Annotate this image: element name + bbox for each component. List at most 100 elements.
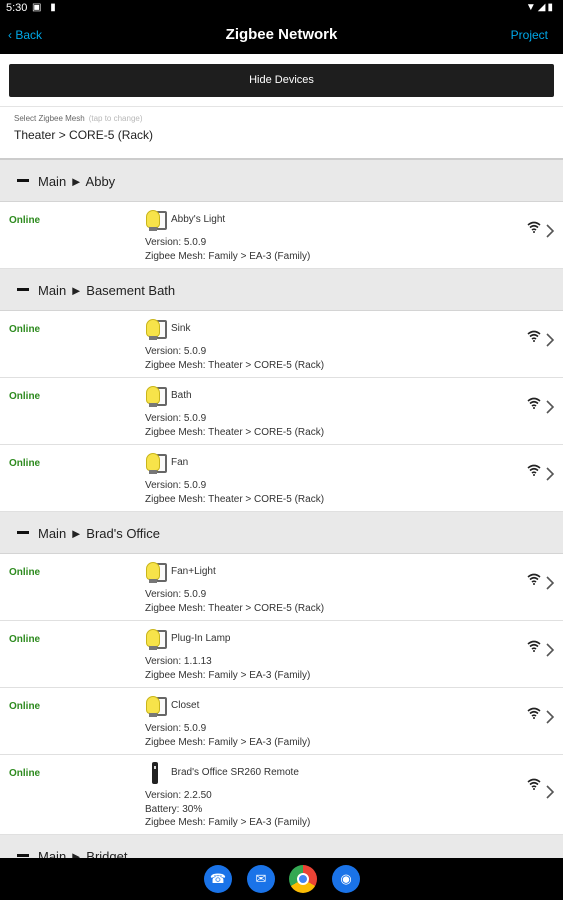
signal-icon [527, 706, 541, 719]
chevron-right-icon[interactable] [545, 467, 555, 481]
device-row[interactable]: Online Brad's Office SR260 Remote Version:… [0, 755, 563, 835]
device-detail: Zigbee Mesh: Theater > CORE-5 (Rack) [145, 602, 325, 614]
light-switch-icon [144, 627, 168, 651]
light-switch-icon [144, 694, 168, 718]
signal-icon [527, 220, 541, 233]
collapse-icon[interactable] [17, 531, 29, 534]
device-info: Version: 5.0.9 Zigbee Mesh: Theater > COR… [145, 479, 324, 506]
status-online: Online [9, 768, 41, 779]
collapse-icon[interactable] [17, 854, 29, 857]
device-detail: Zigbee Mesh: Family > EA-3 (Family) [145, 669, 311, 681]
device-info: Version: 5.0.9 Zigbee Mesh: Theater > COR… [145, 588, 324, 615]
hide-devices-button[interactable]: Hide Devices [9, 64, 554, 97]
device-name: Brad's Office SR260 Remote [171, 767, 299, 778]
signal-icon [527, 329, 541, 342]
device-name: Abby's Light [171, 214, 226, 225]
room-section-header[interactable]: Main ► Brad's Office [0, 512, 563, 554]
device-row[interactable]: Online Fan Version: 5.0.9 Zigbee Mesh: Thea… [0, 445, 563, 512]
nav-bar: ‹ Back Zigbee Network Project [0, 17, 563, 54]
chevron-right-icon[interactable] [545, 643, 555, 657]
remote-icon [144, 761, 168, 785]
room-section-header[interactable]: Main ► Abby [0, 160, 563, 202]
device-detail: Version: 2.2.50 [145, 790, 212, 801]
room-title: Main ► Basement Bath [38, 283, 176, 298]
device-detail: Version: 5.0.9 [145, 413, 207, 424]
project-button[interactable]: Project [511, 28, 548, 42]
chevron-right-icon[interactable] [545, 710, 555, 724]
device-row[interactable]: Online Plug-In Lamp Version: 1.1.13 Zigbee … [0, 621, 563, 688]
light-switch-icon [144, 560, 168, 584]
device-info: Version: 5.0.9 Zigbee Mesh: Family > EA-3… [145, 236, 310, 263]
light-switch-icon [144, 384, 168, 408]
device-info: Version: 5.0.9 Zigbee Mesh: Theater > COR… [145, 345, 324, 372]
toolbar: Hide Devices [0, 54, 563, 106]
device-detail: Zigbee Mesh: Theater > CORE-5 (Rack) [145, 493, 325, 505]
status-online: Online [9, 458, 41, 469]
device-detail: Version: 5.0.9 [145, 480, 207, 491]
collapse-icon[interactable] [17, 179, 29, 182]
device-info: Version: 5.0.9 Zigbee Mesh: Family > EA-3… [145, 722, 310, 749]
status-online: Online [9, 567, 41, 578]
status-online: Online [9, 215, 41, 226]
status-online: Online [9, 391, 41, 402]
device-detail: Version: 5.0.9 [145, 237, 207, 248]
device-row[interactable]: Online Bath Version: 5.0.9 Zigbee Mesh: The… [0, 378, 563, 445]
device-detail: Version: 1.1.13 [145, 656, 212, 667]
chevron-right-icon[interactable] [545, 333, 555, 347]
device-detail: Version: 5.0.9 [145, 346, 207, 357]
device-info: Version: 1.1.13 Zigbee Mesh: Family > EA-… [145, 655, 310, 682]
device-info: Version: 2.2.50 Battery: 30% Zigbee Mesh: … [145, 789, 310, 830]
device-detail: Battery: 30% [145, 803, 203, 815]
device-name: Plug-In Lamp [171, 633, 231, 644]
device-info: Version: 5.0.9 Zigbee Mesh: Theater > COR… [145, 412, 324, 439]
system-dock: ☎ ✉ ◉ [0, 858, 563, 900]
device-row[interactable]: Online Abby's Light Version: 5.0.9 Zigbee M… [0, 202, 563, 269]
device-detail: Zigbee Mesh: Family > EA-3 (Family) [145, 736, 311, 748]
status-online: Online [9, 634, 41, 645]
device-name: Sink [171, 323, 191, 334]
device-detail: Version: 5.0.9 [145, 589, 207, 600]
camera-app-icon[interactable]: ◉ [332, 865, 360, 893]
device-name: Fan+Light [171, 566, 216, 577]
device-row[interactable]: Online Closet Version: 5.0.9 Zigbee Mesh: F… [0, 688, 563, 755]
system-status-icons: ▼◢▮ [525, 2, 555, 13]
room-section-header[interactable]: Main ► Bridget [0, 835, 563, 858]
mesh-value: Theater > CORE-5 (Rack) [14, 128, 154, 142]
room-title: Main ► Brad's Office [38, 526, 161, 541]
light-switch-icon [144, 208, 168, 232]
device-detail: Zigbee Mesh: Theater > CORE-5 (Rack) [145, 426, 325, 438]
collapse-icon[interactable] [17, 288, 29, 291]
signal-icon [527, 777, 541, 790]
messages-app-icon[interactable]: ✉ [247, 865, 275, 893]
status-bar: 5:30 ▣ ▮ ▼◢▮ [0, 0, 563, 17]
room-section-header[interactable]: Main ► Basement Bath [0, 269, 563, 311]
chevron-right-icon[interactable] [545, 224, 555, 238]
page-title: Zigbee Network [225, 26, 338, 43]
device-detail: Version: 5.0.9 [145, 723, 207, 734]
phone-app-icon[interactable]: ☎ [204, 865, 232, 893]
mesh-selector[interactable]: Select Zigbee Mesh (tap to change) Theate… [0, 106, 563, 158]
device-name: Fan [171, 457, 189, 468]
status-online: Online [9, 324, 41, 335]
chevron-right-icon[interactable] [545, 400, 555, 414]
signal-icon [527, 639, 541, 652]
device-row[interactable]: Online Fan+Light Version: 5.0.9 Zigbee Mesh… [0, 554, 563, 621]
device-row[interactable]: Online Sink Version: 5.0.9 Zigbee Mesh: The… [0, 311, 563, 378]
status-online: Online [9, 701, 41, 712]
device-name: Bath [171, 390, 192, 401]
chevron-right-icon[interactable] [545, 576, 555, 590]
light-switch-icon [144, 451, 168, 475]
room-title: Main ► Abby [38, 174, 116, 189]
signal-icon [527, 396, 541, 409]
light-switch-icon [144, 317, 168, 341]
signal-icon [527, 572, 541, 585]
device-list[interactable]: Main ► Abby Online Abby's Light Version: 5.… [0, 158, 563, 858]
mesh-label: Select Zigbee Mesh (tap to change) [14, 114, 143, 123]
chevron-right-icon[interactable] [545, 785, 555, 799]
device-name: Closet [171, 700, 200, 711]
notification-icons: ▣ ▮ [32, 2, 59, 13]
room-title: Main ► Bridget [38, 849, 128, 858]
chrome-app-icon[interactable] [289, 865, 317, 893]
device-detail: Zigbee Mesh: Family > EA-3 (Family) [145, 817, 311, 828]
clock: 5:30 [6, 2, 28, 14]
